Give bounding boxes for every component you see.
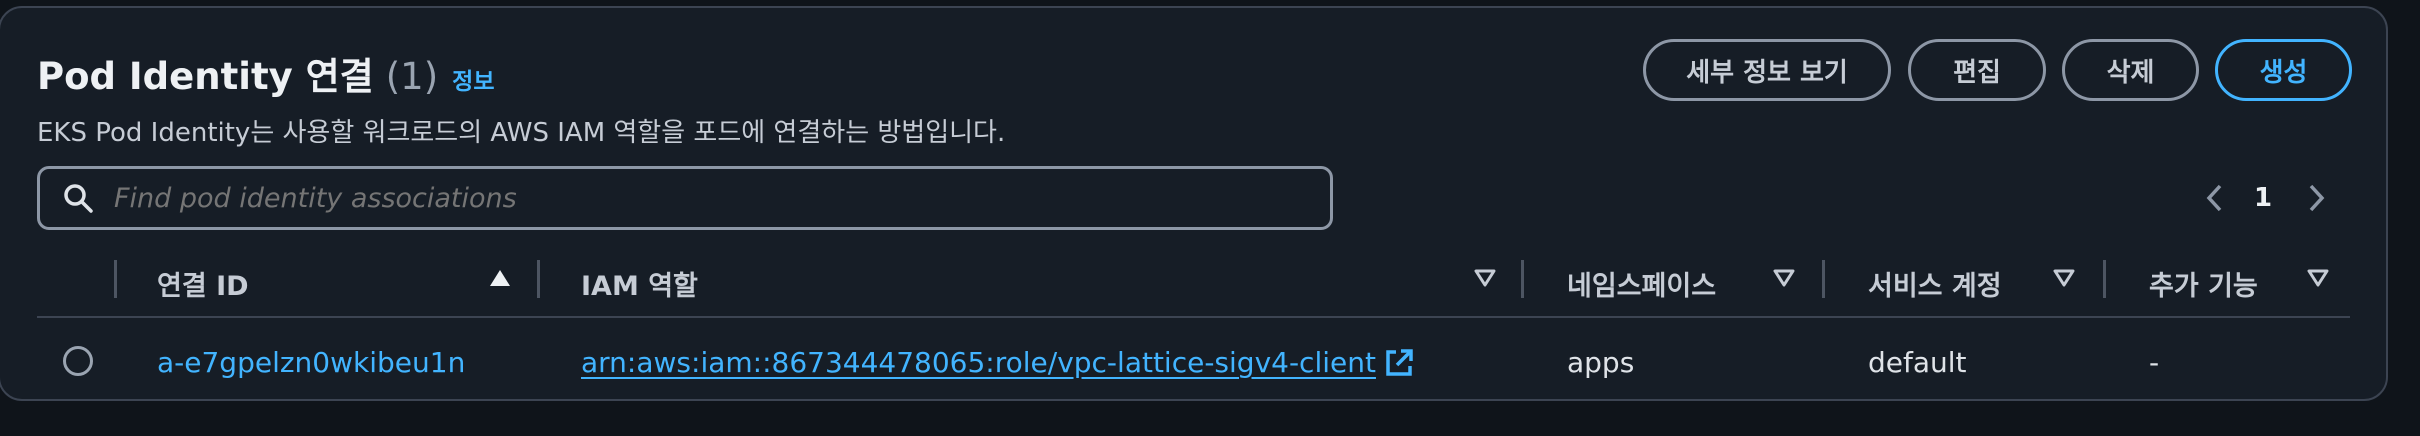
search-icon <box>64 184 93 213</box>
page-number[interactable]: 1 <box>2254 183 2272 213</box>
row-select-radio[interactable] <box>63 346 93 376</box>
table-header: 연결 ID IAM 역할 네임스페이스 서비스 계정 추가 기능 <box>37 260 2350 318</box>
create-button[interactable]: 생성 <box>2215 39 2352 101</box>
column-divider[interactable] <box>2103 260 2106 298</box>
search-input[interactable] <box>112 181 1330 215</box>
search-box[interactable] <box>37 166 1333 230</box>
sort-icon[interactable] <box>1773 268 1795 288</box>
page-title: Pod Identity 연결 <box>37 55 374 98</box>
column-header-addon[interactable]: 추가 기능 <box>2149 264 2258 303</box>
association-id-link[interactable]: a-e7gpelzn0wkibeu1n <box>157 346 465 379</box>
iam-role-arn[interactable]: arn:aws:iam::867344478065:role/vpc-latti… <box>581 346 1376 379</box>
column-divider <box>114 260 117 298</box>
edit-button[interactable]: 편집 <box>1908 39 2046 101</box>
delete-button[interactable]: 삭제 <box>2062 39 2199 101</box>
column-header-iam-role[interactable]: IAM 역할 <box>581 264 698 303</box>
column-header-service-account[interactable]: 서비스 계정 <box>1868 264 2002 303</box>
panel-header: Pod Identity 연결 (1) 정보 <box>37 46 494 100</box>
panel-description: EKS Pod Identity는 사용할 워크로드의 AWS IAM 역할을 … <box>37 118 1006 148</box>
chevron-left-icon[interactable] <box>2204 182 2226 214</box>
pod-identity-panel: Pod Identity 연결 (1) 정보 EKS Pod Identity는… <box>0 6 2388 401</box>
namespace-cell: apps <box>1567 346 1635 379</box>
chevron-right-icon[interactable] <box>2305 182 2327 214</box>
sort-icon[interactable] <box>1474 268 1496 288</box>
column-divider[interactable] <box>1521 260 1524 298</box>
service-account-cell: default <box>1868 346 1967 379</box>
view-details-button[interactable]: 세부 정보 보기 <box>1643 39 1891 101</box>
info-link[interactable]: 정보 <box>452 62 494 96</box>
iam-role-link[interactable]: arn:aws:iam::867344478065:role/vpc-latti… <box>581 346 1414 379</box>
sort-icon[interactable] <box>2053 268 2075 288</box>
table-row[interactable]: a-e7gpelzn0wkibeu1n arn:aws:iam::8673444… <box>37 322 2350 402</box>
column-divider[interactable] <box>537 260 540 298</box>
column-divider[interactable] <box>1822 260 1825 298</box>
item-count: (1) <box>385 55 439 98</box>
column-header-association-id[interactable]: 연결 ID <box>157 264 249 303</box>
addon-cell: - <box>2149 346 2160 379</box>
external-link-icon <box>1386 348 1413 376</box>
column-header-namespace[interactable]: 네임스페이스 <box>1567 264 1716 303</box>
sort-icon[interactable] <box>2307 268 2329 288</box>
pagination: 1 <box>2204 178 2327 218</box>
sort-ascending-icon[interactable] <box>489 268 511 288</box>
